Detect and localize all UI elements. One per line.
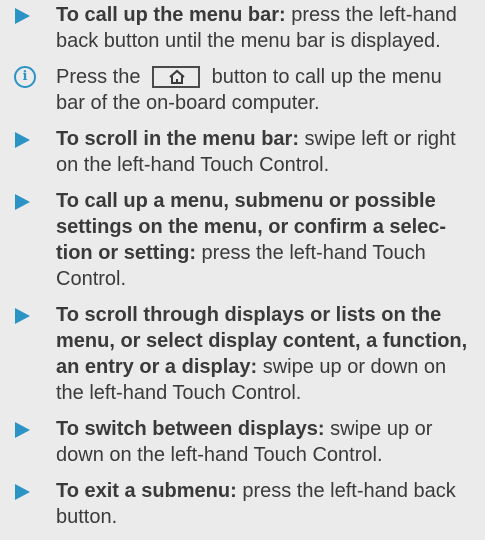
home-button-icon	[152, 66, 201, 88]
list-item: To exit a submenu: press the left-hand b…	[0, 478, 485, 530]
home-icon	[169, 69, 185, 84]
list-item: To call up the menu bar: press the left-…	[0, 2, 485, 54]
list-item: To scroll through displays or lists on t…	[0, 302, 485, 406]
item-bold-text: To exit a submenu:	[56, 480, 237, 502]
arrow-bullet-icon	[15, 132, 30, 148]
list-item: To scroll in the menu bar: swipe left or…	[0, 126, 485, 178]
item-bold-text: To switch between displays:	[56, 418, 325, 440]
note-text-before: Press the	[56, 66, 147, 88]
item-bold-text: To call up the menu bar:	[56, 4, 286, 26]
list-item: To call up a menu, submenu or possible s…	[0, 188, 485, 292]
info-note: i Press the button to call up the menu b…	[0, 64, 485, 116]
item-bold-text: To scroll in the menu bar:	[56, 128, 299, 150]
instruction-list: To call up the menu bar: press the left-…	[0, 0, 485, 540]
info-icon: i	[14, 66, 36, 88]
arrow-bullet-icon	[15, 422, 30, 438]
arrow-bullet-icon	[15, 308, 30, 324]
arrow-bullet-icon	[15, 194, 30, 210]
list-item: To switch between displays: swipe up or …	[0, 416, 485, 468]
arrow-bullet-icon	[15, 8, 30, 24]
arrow-bullet-icon	[15, 484, 30, 500]
